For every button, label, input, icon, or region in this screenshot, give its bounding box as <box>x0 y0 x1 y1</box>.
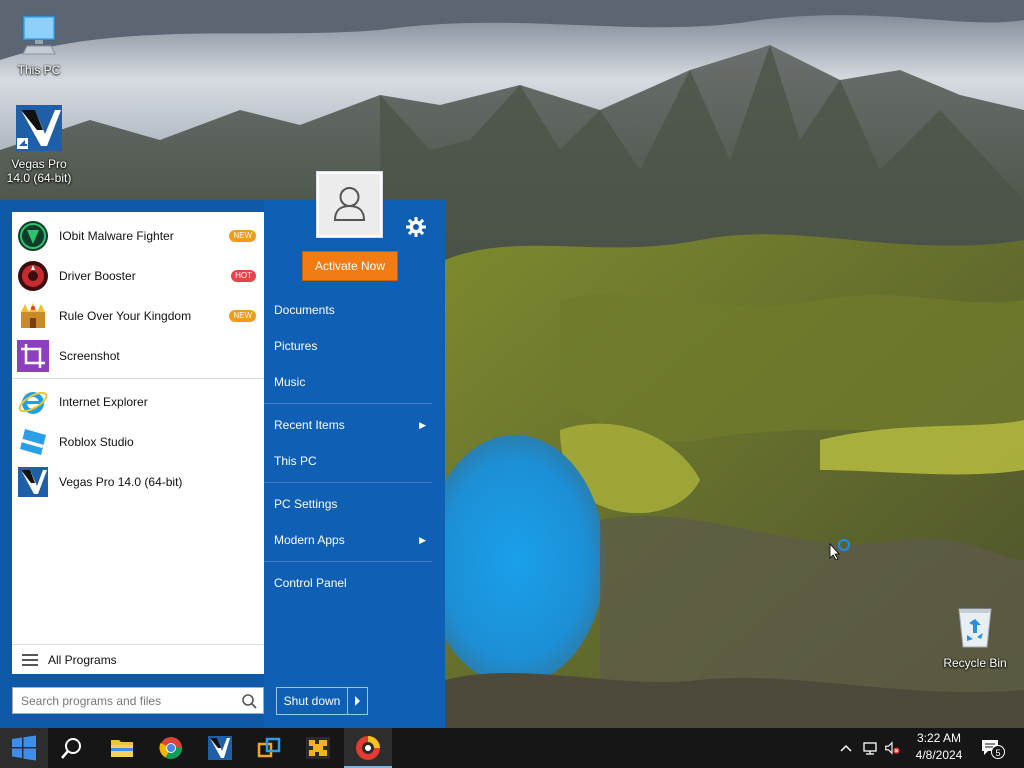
menu-item-modern-apps[interactable]: Modern Apps ▶ <box>264 525 432 555</box>
new-badge: NEW <box>229 310 256 322</box>
menu-item-this-pc[interactable]: This PC <box>264 446 432 476</box>
vegas-pro-icon <box>18 467 48 497</box>
desktop-icon-label: Vegas Pro <box>11 157 67 171</box>
menu-separator <box>264 561 432 562</box>
clock-date: 4/8/2024 <box>915 748 963 762</box>
kingdom-game-icon <box>21 303 45 328</box>
taskbar-chrome[interactable] <box>147 728 195 768</box>
hot-badge: HOT <box>231 270 256 282</box>
driver-booster-icon <box>18 261 48 291</box>
vegas-pro-icon <box>208 736 232 760</box>
desktop-icon-label: Recycle Bin <box>943 656 1007 670</box>
menu-item-pc-settings[interactable]: PC Settings <box>264 489 432 519</box>
app-label: Driver Booster <box>59 269 136 283</box>
search-input[interactable] <box>19 691 233 711</box>
app-item-internet-explorer[interactable]: Internet Explorer <box>12 382 264 422</box>
app-label: IObit Malware Fighter <box>59 229 174 243</box>
app-item-rule-over-your-kingdom[interactable]: Rule Over Your Kingdom NEW <box>12 296 264 336</box>
taskbar: 3:22 AM 4/8/2024 5 <box>0 728 1024 768</box>
menu-item-control-panel[interactable]: Control Panel <box>264 568 432 598</box>
desktop-icon-recycle-bin[interactable]: Recycle Bin <box>935 603 1015 670</box>
vegas-pro-icon <box>16 105 62 151</box>
recycle-bin-icon <box>958 608 992 648</box>
shutdown-control: Shut down <box>276 687 368 715</box>
chrome-icon <box>159 737 182 759</box>
app-label: Internet Explorer <box>59 395 148 409</box>
menu-item-pictures[interactable]: Pictures <box>264 331 432 361</box>
file-explorer-icon <box>111 740 133 757</box>
notification-count-badge: 5 <box>991 745 1005 759</box>
app-label: Rule Over Your Kingdom <box>59 309 192 323</box>
desktop-icon-label: 14.0 (64-bit) <box>6 171 72 185</box>
menu-item-label: Control Panel <box>274 576 347 590</box>
start-menu: IObit Malware Fighter NEW Driver Booster… <box>0 171 445 728</box>
network-tool-icon <box>257 737 281 758</box>
start-search-box[interactable] <box>12 687 264 714</box>
search-icon <box>61 738 81 759</box>
internet-explorer-icon <box>18 391 48 414</box>
network-icon[interactable] <box>862 740 878 756</box>
action-center-button[interactable]: 5 <box>980 737 1005 759</box>
menu-separator <box>264 403 432 404</box>
user-icon <box>333 187 366 221</box>
start-button[interactable] <box>0 728 48 768</box>
busy-cursor-icon <box>829 539 850 560</box>
taskbar-vegas-pro[interactable] <box>196 728 244 768</box>
app-item-iobit-malware-fighter[interactable]: IObit Malware Fighter NEW <box>12 216 264 256</box>
taskbar-file-explorer[interactable] <box>98 728 146 768</box>
settings-gear-icon[interactable] <box>404 215 428 239</box>
shutdown-options-arrow-icon[interactable] <box>347 688 367 714</box>
windows-start-icon <box>12 735 36 761</box>
screenshot-crop-icon <box>17 340 49 372</box>
menu-item-documents[interactable]: Documents <box>264 295 432 325</box>
menu-item-music[interactable]: Music <box>264 367 432 397</box>
user-avatar[interactable] <box>316 171 383 238</box>
this-pc-icon <box>22 15 56 55</box>
app-list-divider <box>12 378 264 379</box>
hamburger-icon <box>22 651 38 669</box>
submenu-arrow-icon: ▶ <box>419 420 426 430</box>
all-programs-label: All Programs <box>48 653 117 667</box>
clock-time: 3:22 AM <box>916 731 962 745</box>
desktop-icon-this-pc[interactable]: This PC <box>0 10 79 77</box>
search-icon[interactable] <box>241 693 257 709</box>
app-item-vegas-pro[interactable]: Vegas Pro 14.0 (64-bit) <box>12 462 264 502</box>
menu-item-label: This PC <box>274 454 317 468</box>
menu-item-label: Recent Items <box>274 418 345 432</box>
desktop-icon-label: This PC <box>17 63 61 77</box>
iobit-malware-fighter-icon <box>18 221 48 251</box>
menu-item-label: Modern Apps <box>274 533 345 547</box>
menu-separator <box>264 482 432 483</box>
app-item-driver-booster[interactable]: Driver Booster HOT <box>12 256 264 296</box>
submenu-arrow-icon: ▶ <box>419 535 426 545</box>
menu-item-label: Music <box>274 375 306 389</box>
taskbar-network-tool[interactable] <box>245 728 293 768</box>
menu-item-label: Documents <box>274 303 335 317</box>
volume-muted-icon[interactable] <box>884 740 900 756</box>
roblox-studio-icon <box>20 429 46 455</box>
app-label: Roblox Studio <box>59 435 134 449</box>
start-menu-app-list: IObit Malware Fighter NEW Driver Booster… <box>12 212 264 674</box>
taskbar-iobit-tool[interactable] <box>294 728 342 768</box>
shutdown-button[interactable]: Shut down <box>277 688 348 714</box>
taskbar-driver-booster[interactable] <box>344 728 392 768</box>
app-item-roblox-studio[interactable]: Roblox Studio <box>12 422 264 462</box>
taskbar-search-button[interactable] <box>48 728 96 768</box>
menu-item-label: PC Settings <box>274 497 338 511</box>
app-label: Screenshot <box>59 349 120 363</box>
menu-item-label: Pictures <box>274 339 318 353</box>
driver-booster-icon <box>356 736 380 760</box>
activate-now-button[interactable]: Activate Now <box>302 251 398 281</box>
app-item-screenshot[interactable]: Screenshot <box>12 336 264 376</box>
system-clock[interactable]: 3:22 AM 4/8/2024 <box>905 730 973 764</box>
desktop-icon-vegas-pro[interactable]: Vegas Pro 14.0 (64-bit) <box>0 104 79 185</box>
show-hidden-icons-chevron-icon[interactable] <box>838 740 854 756</box>
all-programs-button[interactable]: All Programs <box>12 644 264 675</box>
menu-item-recent-items[interactable]: Recent Items ▶ <box>264 410 432 440</box>
new-badge: NEW <box>229 230 256 242</box>
iobit-tool-icon <box>306 737 330 759</box>
app-label: Vegas Pro 14.0 (64-bit) <box>59 475 183 489</box>
